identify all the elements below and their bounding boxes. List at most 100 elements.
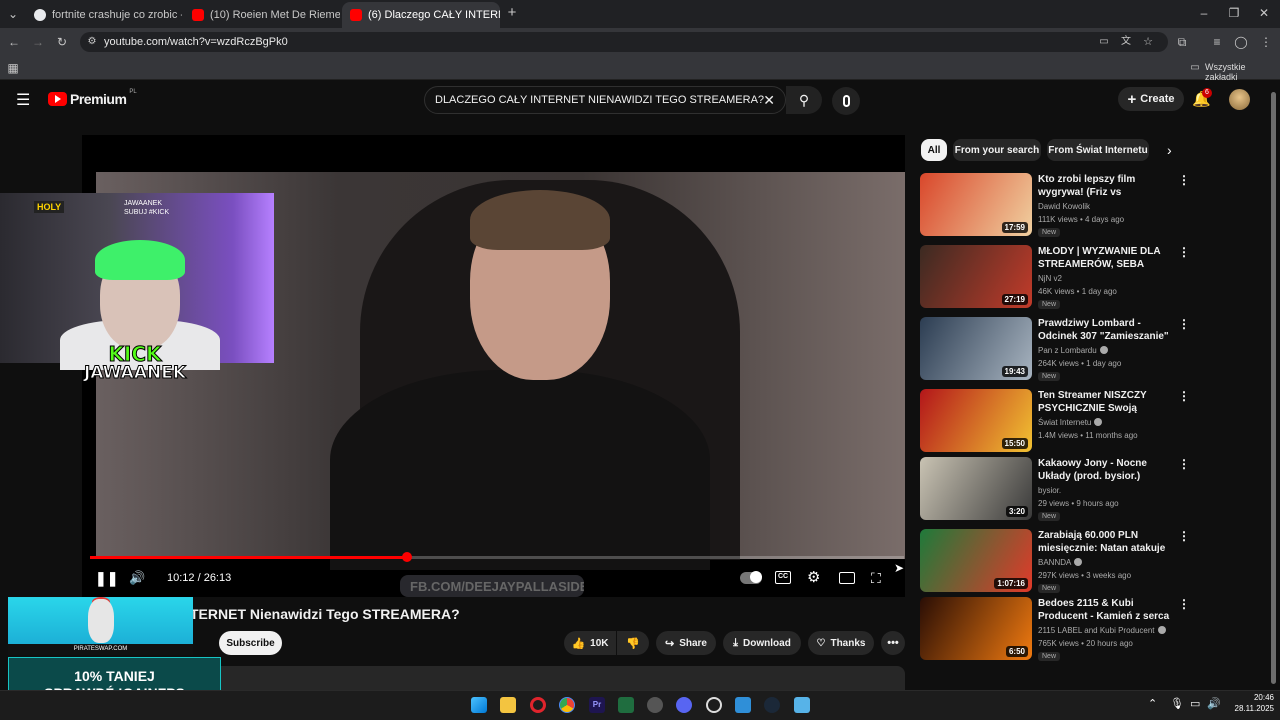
spreadsheet-app-icon[interactable]: [618, 697, 634, 713]
more-vertical-icon[interactable]: ⋮: [1178, 529, 1190, 543]
back-icon[interactable]: ←: [6, 35, 22, 49]
browser-menu-icon[interactable]: ⋮: [1258, 35, 1274, 49]
recommendation-item[interactable]: 27:19 MŁODY | WYZWANIE DLA STREAMERÓW, SE…: [920, 245, 1190, 311]
create-button[interactable]: + Create: [1118, 87, 1184, 111]
address-bar[interactable]: ⚙ youtube.com/watch?v=wzdRczBgPk0 ▭ 文 ☆: [80, 32, 1168, 52]
recommendation-channel[interactable]: BANNDA: [1038, 558, 1083, 567]
recommendation-item[interactable]: 15:50 Ten Streamer NISZCZY PSYCHICZNIE Sw…: [920, 389, 1190, 455]
voice-search-button[interactable]: [832, 87, 860, 115]
browser-tab-1[interactable]: fortnite crashuje co zrobic - Go ✕: [26, 2, 182, 28]
recommendation-channel[interactable]: 2115 LABEL and Kubi Producent: [1038, 626, 1166, 635]
recommendation-channel[interactable]: bysior.: [1038, 486, 1061, 495]
like-button[interactable]: 👍 10K: [564, 631, 616, 655]
profile-icon[interactable]: ◯: [1233, 35, 1249, 49]
more-vertical-icon[interactable]: ⋮: [1178, 173, 1190, 187]
recommendation-item[interactable]: 3:20 Kakaowy Jony - Nocne Układy (prod. b…: [920, 457, 1190, 523]
opera-icon[interactable]: [530, 697, 546, 713]
recommendation-channel[interactable]: Pan z Lombardu: [1038, 346, 1108, 355]
premiere-pro-icon[interactable]: Pr: [589, 697, 605, 713]
streaming-app-icon[interactable]: [706, 697, 722, 713]
share-button[interactable]: ↪ Share: [656, 631, 716, 655]
browser-tab-2[interactable]: (10) Roeien Met De Riemen Die ✕: [184, 2, 340, 28]
video-thumbnail[interactable]: 27:19: [920, 245, 1032, 308]
theater-mode-icon[interactable]: [839, 572, 855, 584]
download-button[interactable]: ⤓ Download: [723, 631, 801, 655]
chip-all[interactable]: All: [921, 139, 947, 161]
recommendation-item[interactable]: 17:59 Kto zrobi lepszy film wygrywa! (Fri…: [920, 173, 1190, 239]
dislike-button[interactable]: 👎: [617, 631, 649, 655]
chips-next-chevron-icon[interactable]: ›: [1167, 142, 1172, 158]
more-vertical-icon[interactable]: ⋮: [1178, 389, 1190, 403]
media-app-icon[interactable]: [647, 697, 663, 713]
chip-from-your-search[interactable]: From your search: [953, 139, 1041, 161]
tab-search-icon[interactable]: ⌄: [5, 7, 21, 21]
chrome-icon[interactable]: [559, 697, 575, 713]
tray-microphone-icon[interactable]: 🎙: [1170, 697, 1184, 710]
tray-chevron-icon[interactable]: ⌃: [1148, 697, 1157, 710]
more-vertical-icon[interactable]: ⋮: [1178, 597, 1190, 611]
hamburger-menu-icon[interactable]: ☰: [16, 90, 30, 110]
bookmark-star-icon[interactable]: ☆: [1140, 35, 1156, 49]
video-thumbnail[interactable]: 6:50: [920, 597, 1032, 660]
video-thumbnail[interactable]: 17:59: [920, 173, 1032, 236]
taskbar-clock[interactable]: 20:46 28.11.2025: [1228, 692, 1274, 714]
tray-volume-icon[interactable]: 🔊: [1207, 697, 1221, 710]
forward-icon[interactable]: →: [30, 35, 46, 49]
new-tab-icon[interactable]: +: [504, 5, 520, 20]
notifications-button[interactable]: 🔔 6: [1192, 88, 1212, 110]
volume-icon[interactable]: 🔊: [129, 570, 145, 586]
cast-icon[interactable]: ▭: [1096, 35, 1112, 49]
recommendation-title[interactable]: Kto zrobi lepszy film wygrywa! (Friz vs …: [1038, 173, 1176, 199]
video-thumbnail[interactable]: 15:50: [920, 389, 1032, 452]
fullscreen-icon[interactable]: ⛶: [871, 570, 881, 586]
recommendation-channel[interactable]: Dawid Kowolik: [1038, 202, 1090, 211]
recommendation-title[interactable]: Kakaowy Jony - Nocne Układy (prod. bysio…: [1038, 457, 1176, 483]
more-vertical-icon[interactable]: ⋮: [1178, 317, 1190, 331]
close-window-icon[interactable]: ✕: [1256, 6, 1272, 20]
search-button[interactable]: ⚲: [786, 86, 822, 114]
more-vertical-icon[interactable]: ⋮: [1178, 245, 1190, 259]
photos-app-icon[interactable]: [735, 697, 751, 713]
recommendation-channel[interactable]: Świat Internetu: [1038, 418, 1103, 427]
video-thumbnail[interactable]: 1:07:16: [920, 529, 1032, 592]
browser-tab-3-active[interactable]: (6) Dlaczego CAŁY INTERNE 🔊 ✕: [342, 2, 500, 28]
recommendation-item[interactable]: 6:50 Bedoes 2115 & Kubi Producent - Kamie…: [920, 597, 1190, 663]
windows-start-icon[interactable]: [471, 697, 487, 713]
recommendation-title[interactable]: Prawdziwy Lombard - Odcinek 307 "Zamiesz…: [1038, 317, 1176, 343]
search-input[interactable]: DLACZEGO CAŁY INTERNET NIENAWIDZI TEGO S…: [424, 86, 786, 114]
thanks-button[interactable]: ♡ Thanks: [808, 631, 874, 655]
media-control-icon[interactable]: ≡: [1209, 35, 1225, 49]
translate-icon[interactable]: 文: [1118, 35, 1134, 49]
minimize-icon[interactable]: –: [1196, 6, 1212, 20]
discord-icon[interactable]: [676, 697, 692, 713]
recommendation-item[interactable]: 1:07:16 Zarabiają 60.000 PLN miesięcznie:…: [920, 529, 1190, 595]
youtube-premium-logo[interactable]: Premium PL: [48, 89, 137, 107]
notepad-icon[interactable]: [794, 697, 810, 713]
scrollbar-thumb[interactable]: [1271, 92, 1276, 684]
recommendation-title[interactable]: Ten Streamer NISZCZY PSYCHICZNIE Swoją R…: [1038, 389, 1176, 415]
restore-icon[interactable]: ❐: [1226, 6, 1242, 20]
more-actions-button[interactable]: •••: [881, 631, 905, 655]
autoplay-toggle-icon[interactable]: [740, 571, 762, 584]
captions-icon[interactable]: CC: [775, 571, 791, 584]
site-info-icon[interactable]: ⚙: [84, 35, 100, 49]
clear-search-icon[interactable]: ✕: [763, 92, 775, 109]
recommendation-title[interactable]: MŁODY | WYZWANIE DLA STREAMERÓW, SEBA EC…: [1038, 245, 1176, 271]
recommendation-channel[interactable]: NjN v2: [1038, 274, 1062, 283]
pause-icon[interactable]: ❚❚: [95, 570, 118, 586]
apps-grid-icon[interactable]: ▦: [5, 61, 21, 75]
account-avatar[interactable]: [1229, 89, 1250, 110]
more-vertical-icon[interactable]: ⋮: [1178, 457, 1190, 471]
recommendation-title[interactable]: Bedoes 2115 & Kubi Producent - Kamień z …: [1038, 597, 1176, 623]
video-thumbnail[interactable]: 3:20: [920, 457, 1032, 520]
tray-network-icon[interactable]: ▭: [1190, 697, 1200, 710]
file-explorer-icon[interactable]: [500, 697, 516, 713]
settings-gear-icon[interactable]: ⚙: [807, 570, 820, 586]
extensions-icon[interactable]: ⧉: [1174, 35, 1190, 49]
chip-from-channel[interactable]: From Świat Internetu: [1047, 139, 1149, 161]
video-thumbnail[interactable]: 19:43: [920, 317, 1032, 380]
recommendation-item[interactable]: 19:43 Prawdziwy Lombard - Odcinek 307 "Za…: [920, 317, 1190, 383]
steam-icon[interactable]: [764, 697, 780, 713]
reload-icon[interactable]: ↻: [54, 35, 70, 49]
all-bookmarks-link[interactable]: Wszystkie zakładki: [1205, 62, 1280, 82]
